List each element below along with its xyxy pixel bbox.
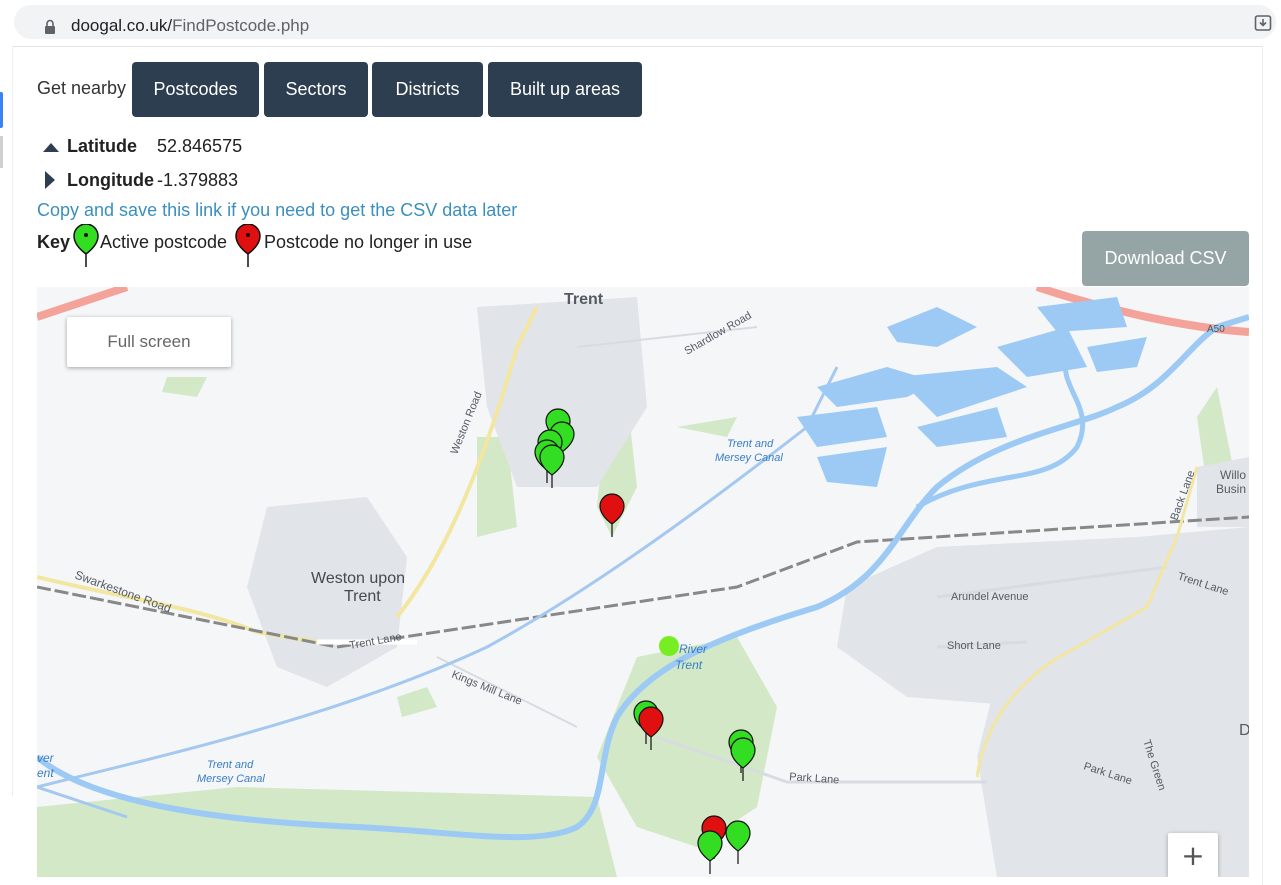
zoom-in-button[interactable]: + <box>1168 833 1218 877</box>
longitude-value: -1.379883 <box>157 170 239 190</box>
url-text: doogal.co.uk/FindPostcode.php <box>71 16 309 36</box>
key-label: Key <box>37 232 71 252</box>
url-path: FindPostcode.php <box>172 16 310 35</box>
key-inactive-label: Postcode no longer in use <box>264 232 473 252</box>
map-label-trent: Trent <box>564 291 604 308</box>
map-label-swarkestone-road: Swarkestone Road <box>73 568 173 616</box>
get-nearby-label: Get nearby <box>37 78 127 98</box>
built-up-areas-button[interactable]: Built up areas <box>488 62 642 117</box>
sort-right-icon[interactable] <box>45 171 55 189</box>
longitude-label: Longitude <box>67 170 154 190</box>
scrollbar[interactable] <box>1262 46 1281 885</box>
key-active-label: Active postcode <box>100 232 228 252</box>
lock-icon <box>45 19 55 34</box>
map-label-short-lane: Short Lane <box>947 640 1001 652</box>
map-label-a50: A50 <box>1207 324 1225 335</box>
districts-button[interactable]: Districts <box>372 62 483 117</box>
map-label-river-2: Trent <box>675 658 703 672</box>
map-label-canal-2b: Mersey Canal <box>197 773 265 785</box>
map-canvas[interactable]: Trent Shardlow Road Weston Road Trent an… <box>37 287 1249 877</box>
active-pin-icon <box>73 224 99 267</box>
address-bar[interactable]: doogal.co.uk/FindPostcode.php <box>14 5 1276 39</box>
map-label-weston-upon: Weston upon <box>311 570 405 587</box>
postcodes-button[interactable]: Postcodes <box>132 62 259 117</box>
map-label-canal-2a: Trent and <box>207 759 254 771</box>
latitude-value: 52.846575 <box>157 136 243 156</box>
download-csv-button[interactable]: Download CSV <box>1082 231 1249 286</box>
map-label-weston-trent: Trent <box>344 588 381 605</box>
map-label-river-1: River <box>679 642 708 656</box>
map-pin-active[interactable] <box>697 830 723 874</box>
map-label-d-edge: D <box>1239 722 1249 739</box>
full-screen-button[interactable]: Full screen <box>67 317 231 367</box>
map-label-kings-mill-lane: Kings Mill Lane <box>450 669 524 708</box>
postcode-map[interactable]: Trent Shardlow Road Weston Road Trent an… <box>37 287 1249 877</box>
map-label-arundel-avenue: Arundel Avenue <box>951 591 1028 603</box>
map-label-river-left-1: ver <box>37 751 55 765</box>
map-label-willo: Willo <box>1220 468 1246 482</box>
map-pin-inactive[interactable] <box>599 493 625 537</box>
sort-up-icon[interactable] <box>43 142 59 152</box>
url-host: doogal.co.uk/ <box>71 16 173 35</box>
page-content: Get nearby Postcodes Sectors Districts B… <box>0 46 1262 885</box>
map-label-river-left-2: ent <box>37 766 54 780</box>
sectors-button[interactable]: Sectors <box>264 62 368 117</box>
map-label-busin: Busin <box>1216 482 1246 496</box>
inactive-pin-icon <box>235 224 261 267</box>
browser-toolbar: doogal.co.uk/FindPostcode.php <box>0 0 1281 47</box>
map-label-park-lane-1: Park Lane <box>789 771 840 786</box>
map-label-canal-1b: Mersey Canal <box>715 452 783 464</box>
csv-save-link[interactable]: Copy and save this link if you need to g… <box>37 200 517 221</box>
install-icon[interactable] <box>1254 14 1272 32</box>
latitude-label: Latitude <box>67 136 137 156</box>
map-label-canal-1a: Trent and <box>727 438 774 450</box>
map-pin-active[interactable] <box>725 820 751 864</box>
